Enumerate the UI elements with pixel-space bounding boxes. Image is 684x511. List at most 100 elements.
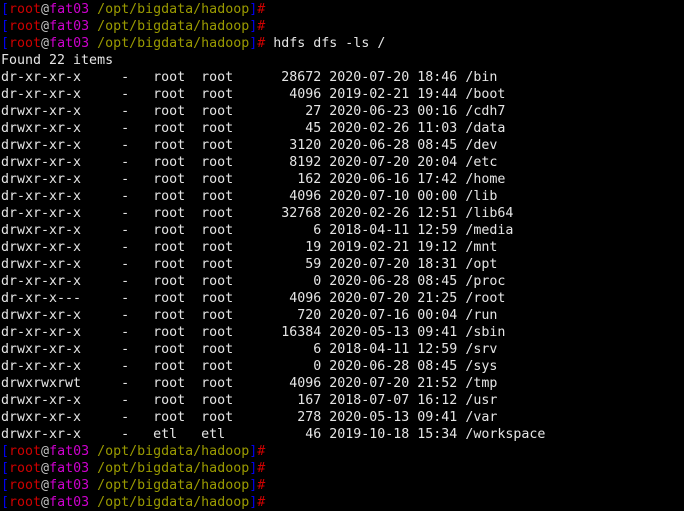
file-listing-row: drwxr-xr-x - root root 19 2019-02-21 19:… [1, 239, 684, 256]
file-listing-row: drwxr-xr-x - root root 278 2020-05-13 09… [1, 409, 684, 426]
file-listing-row: drwxrwxrwt - root root 4096 2020-07-20 2… [1, 375, 684, 392]
prompt-at-symbol: @ [41, 36, 50, 51]
file-listing-row: dr-xr-xr-x - root root 4096 2020-07-10 0… [1, 188, 684, 205]
prompt-at-symbol: @ [41, 495, 50, 510]
file-listing-row: dr-xr-xr-x - root root 4096 2019-02-21 1… [1, 86, 684, 103]
file-listing-row-text: drwxr-xr-x - root root 278 2020-05-13 09… [1, 410, 498, 425]
prompt-separator [89, 478, 97, 493]
prompt-sigil: # [257, 461, 266, 476]
prompt-at-symbol: @ [41, 19, 50, 34]
prompt-user: root [9, 19, 42, 34]
file-listing-row: drwxr-xr-x - root root 27 2020-06-23 00:… [1, 103, 684, 120]
prompt-user: root [9, 36, 42, 51]
prompt-user: root [9, 444, 42, 459]
prompt-open-bracket: [ [1, 36, 10, 51]
terminal-command[interactable]: hdfs dfs -ls / [265, 36, 385, 51]
prompt-sigil: # [257, 478, 266, 493]
file-listing-row-text: dr-xr-xr-x - root root 4096 2019-02-21 1… [1, 87, 506, 102]
file-listing-row-text: dr-xr-xr-x - root root 0 2020-06-28 08:4… [1, 359, 498, 374]
prompt-at-symbol: @ [41, 444, 50, 459]
prompt-sigil: # [257, 495, 266, 510]
file-listing-row-text: dr-xr-x--- - root root 4096 2020-07-20 2… [1, 291, 506, 306]
file-listing-row-text: drwxr-xr-x - root root 59 2020-07-20 18:… [1, 257, 498, 272]
prompt-separator [89, 36, 97, 51]
prompt-host: fat03 [49, 444, 90, 459]
terminal-line-prompt: [root@fat03 /opt/bigdata/hadoop]# hdfs d… [1, 35, 684, 52]
terminal-line-prompt: [root@fat03 /opt/bigdata/hadoop]# [1, 443, 684, 460]
prompt-open-bracket: [ [1, 461, 10, 476]
terminal-line-prompt: [root@fat03 /opt/bigdata/hadoop]# [1, 460, 684, 477]
prompt-host: fat03 [49, 36, 90, 51]
prompt-path: /opt/bigdata/hadoop [97, 478, 250, 493]
file-listing-row: drwxr-xr-x - root root 6 2018-04-11 12:5… [1, 222, 684, 239]
file-listing-row-text: drwxr-xr-x - root root 19 2019-02-21 19:… [1, 240, 498, 255]
prompt-user: root [9, 461, 42, 476]
prompt-separator [89, 461, 97, 476]
prompt-user: root [9, 2, 42, 17]
terminal-line-found-count: Found 22 items [1, 52, 684, 69]
file-listing-row: drwxr-xr-x - root root 8192 2020-07-20 2… [1, 154, 684, 171]
file-listing-row-text: drwxr-xr-x - root root 27 2020-06-23 00:… [1, 104, 506, 119]
prompt-open-bracket: [ [1, 2, 10, 17]
file-listing-row: drwxr-xr-x - root root 720 2020-07-16 00… [1, 307, 684, 324]
file-listing-row-text: drwxr-xr-x - root root 720 2020-07-16 00… [1, 308, 498, 323]
file-listing-row: dr-xr-xr-x - root root 0 2020-06-28 08:4… [1, 358, 684, 375]
file-listing-row: dr-xr-xr-x - root root 28672 2020-07-20 … [1, 69, 684, 86]
prompt-user: root [9, 495, 42, 510]
file-listing-row-text: drwxr-xr-x - root root 3120 2020-06-28 0… [1, 138, 498, 153]
terminal-line-prompt: [root@fat03 /opt/bigdata/hadoop]# [1, 1, 684, 18]
terminal-line-prompt: [root@fat03 /opt/bigdata/hadoop]# [1, 477, 684, 494]
file-listing-row: drwxr-xr-x - root root 162 2020-06-16 17… [1, 171, 684, 188]
prompt-host: fat03 [49, 19, 90, 34]
prompt-host: fat03 [49, 461, 90, 476]
terminal-output-text: Found 22 items [1, 53, 114, 68]
file-listing-row: drwxr-xr-x - root root 6 2018-04-11 12:5… [1, 341, 684, 358]
prompt-path: /opt/bigdata/hadoop [97, 36, 250, 51]
prompt-host: fat03 [49, 495, 90, 510]
prompt-separator [89, 19, 97, 34]
file-listing-row: drwxr-xr-x - root root 3120 2020-06-28 0… [1, 137, 684, 154]
prompt-sigil: # [257, 444, 266, 459]
terminal-screen[interactable]: [root@fat03 /opt/bigdata/hadoop]# [root@f… [0, 0, 684, 510]
prompt-path: /opt/bigdata/hadoop [97, 444, 250, 459]
file-listing-row-text: drwxr-xr-x - root root 8192 2020-07-20 2… [1, 155, 498, 170]
file-listing-row: dr-xr-xr-x - root root 16384 2020-05-13 … [1, 324, 684, 341]
file-listing-row-text: dr-xr-xr-x - root root 4096 2020-07-10 0… [1, 189, 498, 204]
prompt-at-symbol: @ [41, 461, 50, 476]
prompt-sigil: # [257, 19, 266, 34]
prompt-at-symbol: @ [41, 478, 50, 493]
file-listing-row: dr-xr-xr-x - root root 32768 2020-02-26 … [1, 205, 684, 222]
file-listing-row: drwxr-xr-x - root root 167 2018-07-07 16… [1, 392, 684, 409]
prompt-separator [89, 495, 97, 510]
file-listing-row-text: drwxr-xr-x - etl etl 46 2019-10-18 15:34… [1, 427, 546, 442]
prompt-user: root [9, 478, 42, 493]
prompt-sigil: # [257, 2, 266, 17]
file-listing-row: drwxr-xr-x - etl etl 46 2019-10-18 15:34… [1, 426, 684, 443]
prompt-path: /opt/bigdata/hadoop [97, 19, 250, 34]
file-listing-row-text: dr-xr-xr-x - root root 32768 2020-02-26 … [1, 206, 514, 221]
file-listing-row-text: drwxrwxrwt - root root 4096 2020-07-20 2… [1, 376, 498, 391]
file-listing-row-text: drwxr-xr-x - root root 6 2018-04-11 12:5… [1, 342, 498, 357]
prompt-open-bracket: [ [1, 19, 10, 34]
prompt-open-bracket: [ [1, 444, 10, 459]
prompt-path: /opt/bigdata/hadoop [97, 461, 250, 476]
prompt-path: /opt/bigdata/hadoop [97, 495, 250, 510]
terminal-line-prompt: [root@fat03 /opt/bigdata/hadoop]# [1, 494, 684, 511]
prompt-at-symbol: @ [41, 2, 50, 17]
file-listing-row: dr-xr-x--- - root root 4096 2020-07-20 2… [1, 290, 684, 307]
file-listing-row: drwxr-xr-x - root root 59 2020-07-20 18:… [1, 256, 684, 273]
prompt-open-bracket: [ [1, 495, 10, 510]
file-listing-row-text: drwxr-xr-x - root root 45 2020-02-26 11:… [1, 121, 506, 136]
prompt-separator [89, 2, 97, 17]
file-listing-row-text: drwxr-xr-x - root root 6 2018-04-11 12:5… [1, 223, 514, 238]
terminal-line-prompt: [root@fat03 /opt/bigdata/hadoop]# [1, 18, 684, 35]
file-listing-row: drwxr-xr-x - root root 45 2020-02-26 11:… [1, 120, 684, 137]
file-listing-row-text: dr-xr-xr-x - root root 28672 2020-07-20 … [1, 70, 498, 85]
prompt-path: /opt/bigdata/hadoop [97, 2, 250, 17]
prompt-separator [89, 444, 97, 459]
file-listing-row-text: dr-xr-xr-x - root root 0 2020-06-28 08:4… [1, 274, 506, 289]
prompt-host: fat03 [49, 478, 90, 493]
prompt-host: fat03 [49, 2, 90, 17]
file-listing-row: dr-xr-xr-x - root root 0 2020-06-28 08:4… [1, 273, 684, 290]
file-listing-row-text: drwxr-xr-x - root root 162 2020-06-16 17… [1, 172, 506, 187]
